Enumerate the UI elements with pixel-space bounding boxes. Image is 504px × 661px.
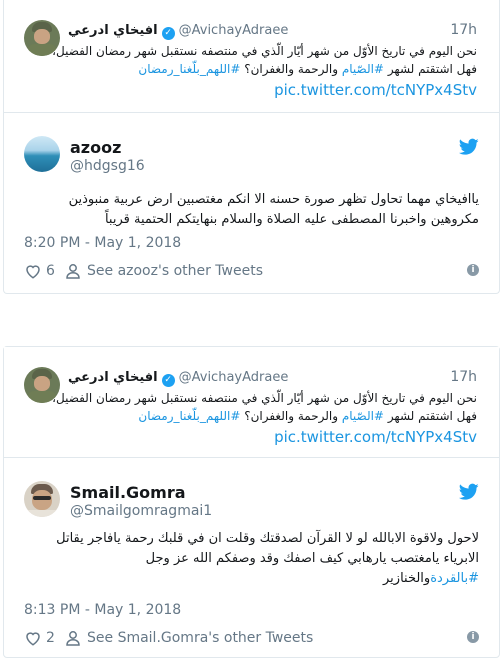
- hashtag-link[interactable]: #اللهم_بلّغنا_رمضان: [138, 62, 240, 76]
- quoted-timestamp[interactable]: 17h: [450, 369, 477, 385]
- hashtag-link[interactable]: #بالقردة: [430, 571, 479, 586]
- verified-badge-icon: ✓: [161, 374, 175, 387]
- like-count[interactable]: 6: [46, 263, 55, 279]
- twitter-bird-icon[interactable]: [459, 483, 479, 501]
- heart-icon[interactable]: [24, 629, 42, 647]
- embedded-tweet-card: افيخاي ادرعي ✓ @AvichayAdraee 17h نحن اليو…: [3, 0, 500, 294]
- like-count[interactable]: 2: [46, 630, 55, 646]
- tweet-header: Smail.Gomra @Smailgomragmai1: [24, 481, 479, 521]
- author-name[interactable]: Smail.Gomra: [70, 483, 186, 502]
- hashtag-link[interactable]: #الصّيام: [342, 62, 384, 76]
- hashtag-link[interactable]: #اللهم_بلّغنا_رمضان: [138, 409, 240, 423]
- author-handle[interactable]: @hdgsg16: [70, 158, 145, 174]
- tweet-timestamp[interactable]: 8:20 PM - May 1, 2018: [24, 235, 181, 251]
- see-other-tweets-link[interactable]: See azooz's other Tweets: [87, 263, 263, 279]
- embedded-tweet-card: افيخاي ادرعي ✓ @AvichayAdraee 17h نحن اليو…: [3, 346, 500, 658]
- tweet-text: ياافيخاي مهما تحاول تظهر صورة حسنه الا ا…: [68, 192, 479, 227]
- quoted-author[interactable]: افيخاي ادرعي ✓ @AvichayAdraee: [68, 370, 288, 387]
- info-icon[interactable]: i: [467, 631, 479, 643]
- quoted-tweet-text: نحن اليوم في تاريخ الأوّل من شهر أيّار ا…: [52, 391, 477, 423]
- quoted-tweet-text: نحن اليوم في تاريخ الأوّل من شهر أيّار ا…: [52, 44, 477, 76]
- author-name[interactable]: azooz: [70, 138, 121, 157]
- divider: [4, 112, 499, 113]
- quoted-tweet[interactable]: افيخاي ادرعي ✓ @AvichayAdraee 17h نحن اليو…: [4, 347, 499, 451]
- media-link[interactable]: pic.twitter.com/tcNYPx4Stv: [274, 81, 477, 99]
- tweet-text: لاحول ولاقوة الابالله لو لا القرآن لصدقت…: [56, 531, 479, 586]
- author-handle[interactable]: @Smailgomragmai1: [70, 503, 212, 519]
- info-icon[interactable]: i: [467, 264, 479, 276]
- quoted-timestamp[interactable]: 17h: [450, 22, 477, 38]
- quoted-author-name[interactable]: افيخاي ادرعي: [68, 370, 158, 385]
- tweet-timestamp[interactable]: 8:13 PM - May 1, 2018: [24, 602, 181, 618]
- person-icon: [66, 631, 80, 646]
- tweet-actions: 6 See azooz's other Tweets i: [24, 262, 479, 282]
- heart-icon[interactable]: [24, 262, 42, 280]
- quoted-author-handle[interactable]: @AvichayAdraee: [179, 23, 289, 38]
- quoted-author[interactable]: افيخاي ادرعي ✓ @AvichayAdraee: [68, 23, 288, 40]
- quoted-author-handle[interactable]: @AvichayAdraee: [179, 370, 289, 385]
- verified-badge-icon: ✓: [161, 27, 175, 40]
- tweet-header: azooz @hdgsg16: [24, 136, 479, 176]
- quoted-tweet[interactable]: افيخاي ادرعي ✓ @AvichayAdraee 17h نحن اليو…: [4, 0, 499, 104]
- media-link[interactable]: pic.twitter.com/tcNYPx4Stv: [274, 428, 477, 446]
- avatar[interactable]: [24, 481, 60, 517]
- see-other-tweets-link[interactable]: See Smail.Gomra's other Tweets: [87, 630, 313, 646]
- twitter-bird-icon[interactable]: [459, 138, 479, 156]
- quoted-author-name[interactable]: افيخاي ادرعي: [68, 23, 158, 38]
- avatar[interactable]: [24, 136, 60, 172]
- hashtag-link[interactable]: #الصّيام: [342, 409, 384, 423]
- person-icon: [66, 264, 80, 279]
- divider: [4, 457, 499, 458]
- tweet-actions: 2 See Smail.Gomra's other Tweets i: [24, 629, 479, 649]
